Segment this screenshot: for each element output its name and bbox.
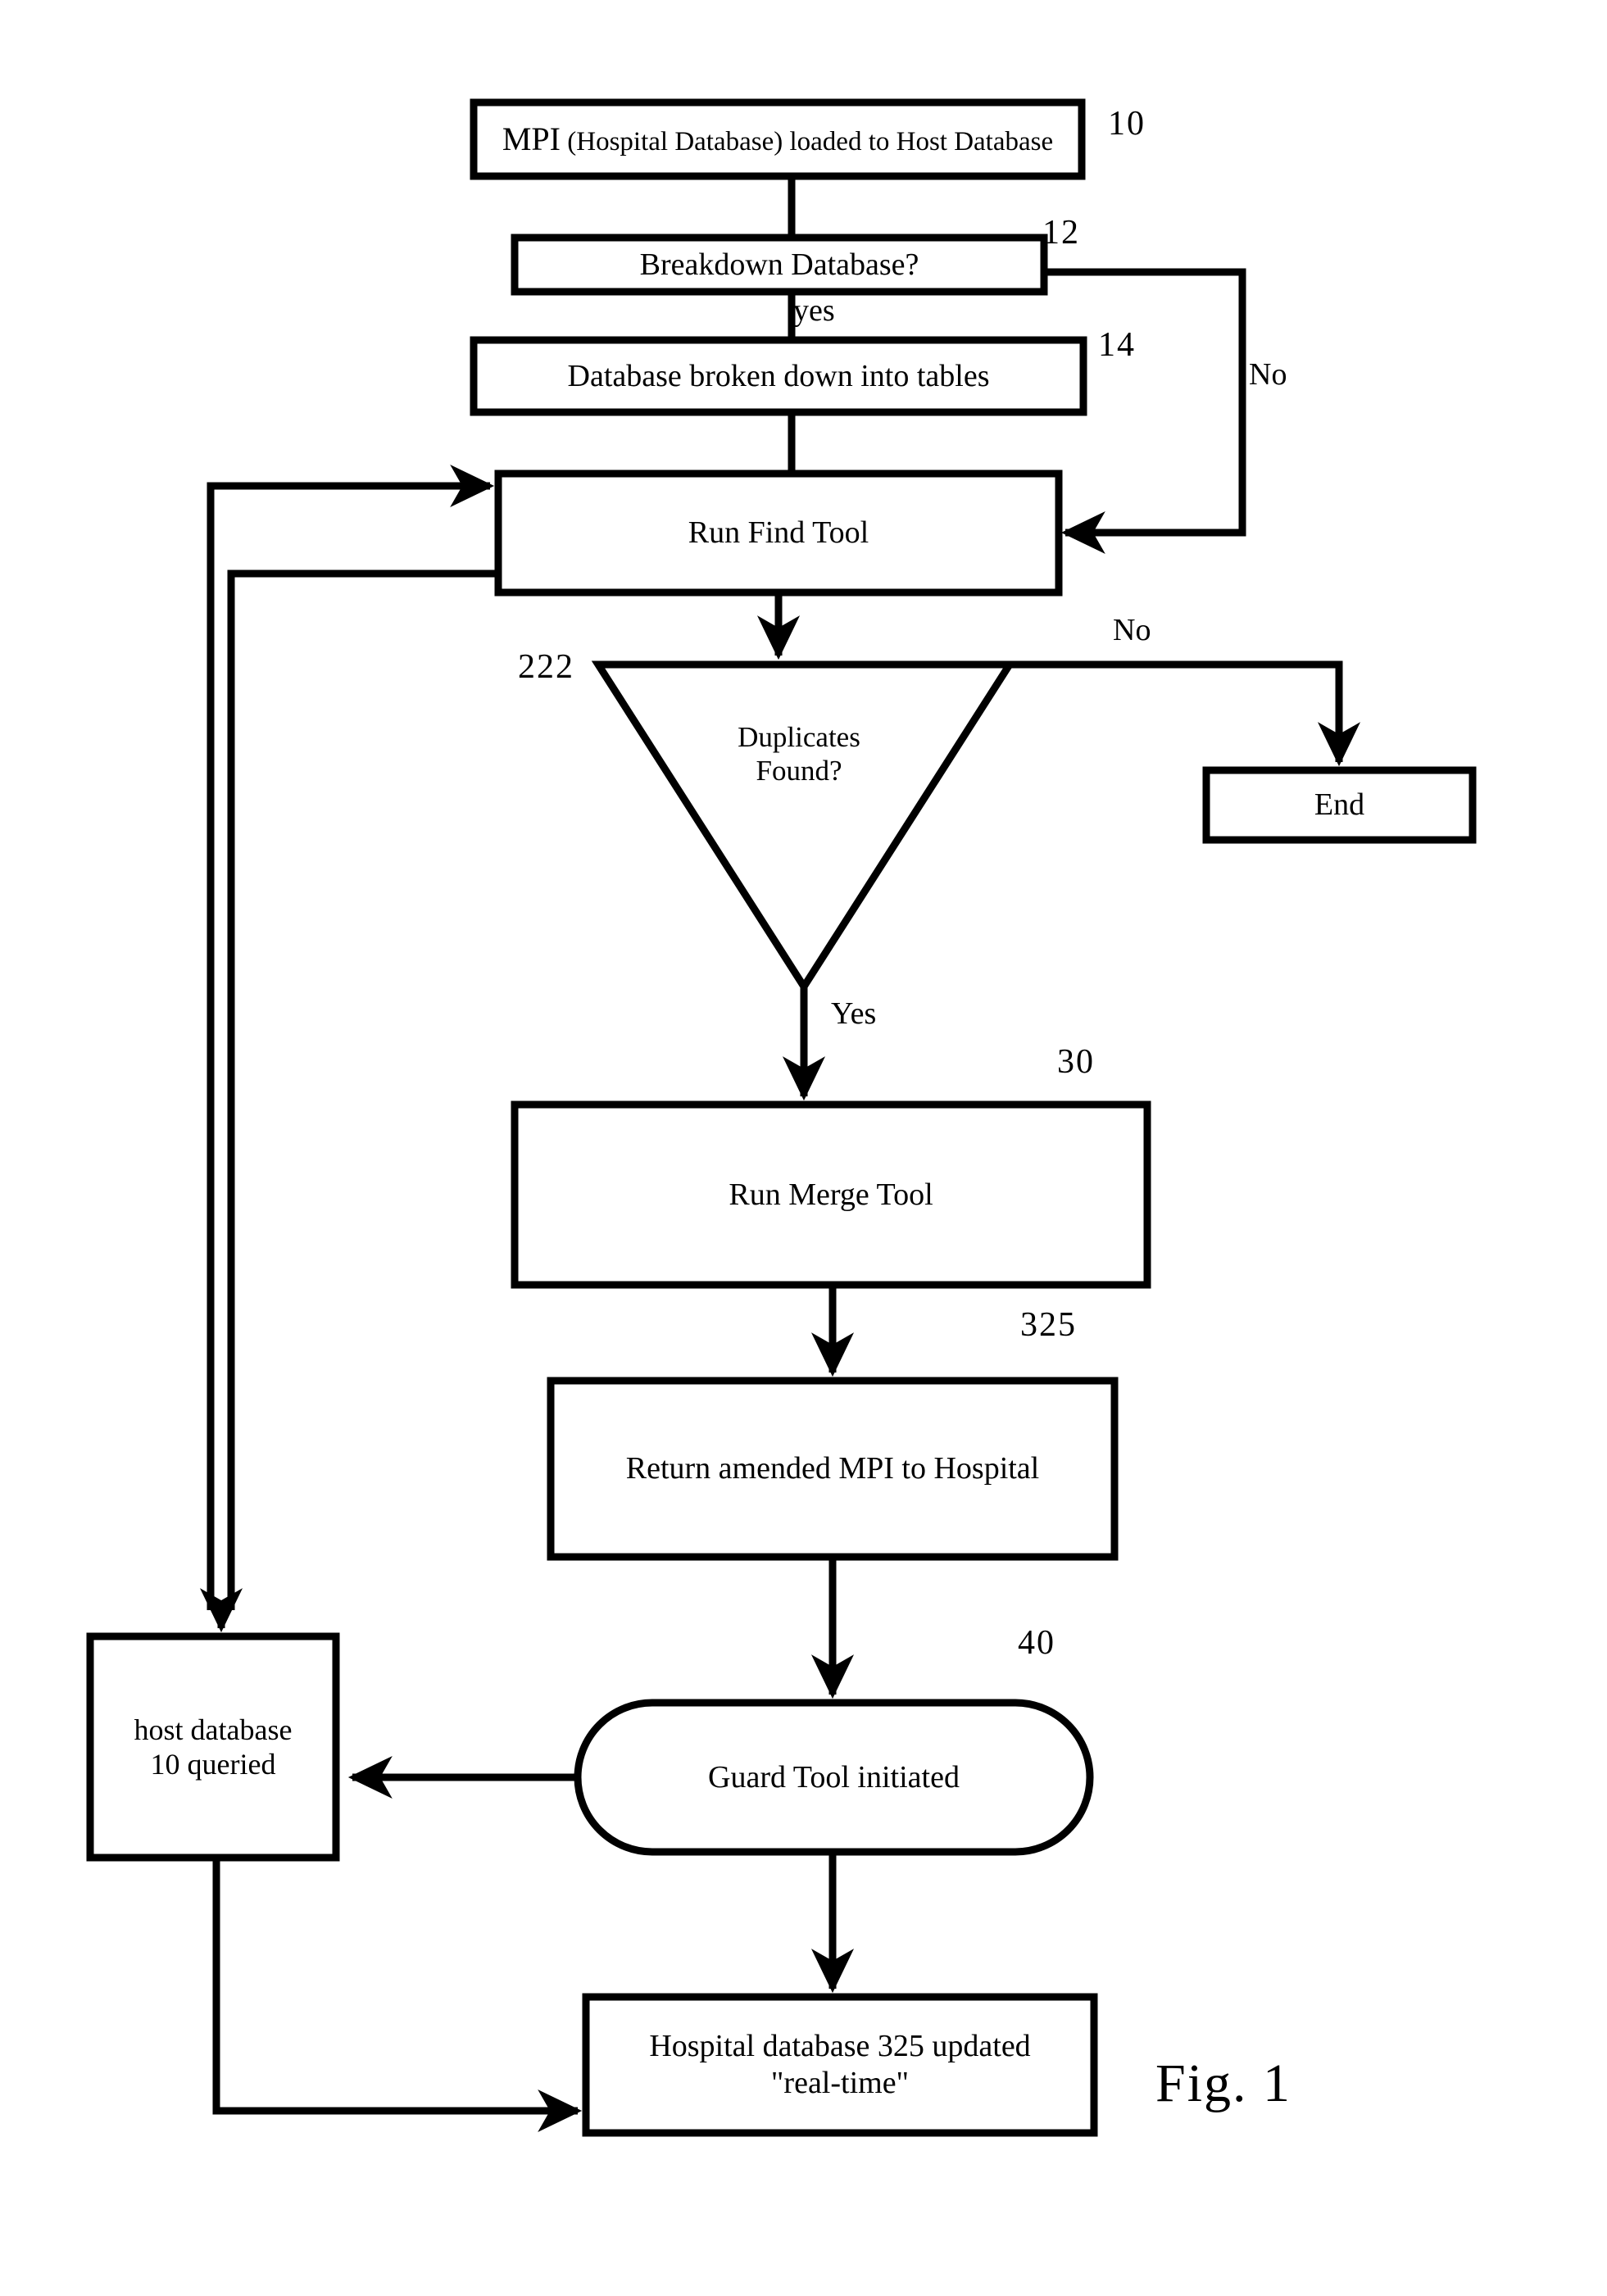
- edge-label-breakdown-yes: yes: [793, 293, 835, 328]
- node-shape-return-amended-mpi: [547, 1377, 1119, 1561]
- ref-number-breakdown-database: 12: [1042, 214, 1080, 252]
- connector-duplicates-no-to-end: [1010, 660, 1361, 767]
- edge-label-breakdown-no: No: [1249, 357, 1287, 392]
- node-shape-database-broken-down: [470, 336, 1087, 416]
- connector-feedback-upper-to-find-tool: [207, 464, 495, 1610]
- node-shape-run-find-tool: [494, 470, 1063, 597]
- connector-feedback-lower-to-find-tool: [227, 569, 498, 1610]
- node-shape-run-merge-tool: [511, 1100, 1151, 1289]
- figure-caption: Fig. 1: [1155, 2053, 1292, 2113]
- node-shape-duplicates-found: [591, 660, 1017, 994]
- ref-number-run-merge-tool: 30: [1057, 1043, 1095, 1081]
- node-shape-mpi-loaded: [470, 98, 1086, 180]
- ref-number-guard-tool: 40: [1018, 1624, 1055, 1662]
- ref-number-return-amended-mpi: 325: [1020, 1306, 1077, 1344]
- flowchart-canvas: [86, 98, 1477, 2137]
- node-shape-breakdown-database: [511, 234, 1048, 296]
- connector-breakdown-no-to-find-tool: [1044, 268, 1246, 555]
- ref-number-database-broken-down: 14: [1098, 326, 1136, 364]
- node-shape-guard-tool: [574, 1699, 1094, 1856]
- node-shape-end: [1202, 766, 1477, 844]
- edge-label-duplicates-yes: Yes: [831, 996, 877, 1031]
- node-shape-hospital-database-updated: [582, 1993, 1098, 2137]
- figure-1-flowchart: MPI (Hospital Database) loaded to Host D…: [0, 0, 1607, 2296]
- node-shape-host-database-queried: [86, 1632, 340, 1862]
- edge-label-duplicates-no: No: [1113, 613, 1151, 647]
- connector-host-database-to-hospital-database: [212, 1858, 583, 2133]
- ref-number-duplicates-found: 222: [518, 648, 574, 686]
- ref-number-mpi-loaded: 10: [1108, 105, 1146, 143]
